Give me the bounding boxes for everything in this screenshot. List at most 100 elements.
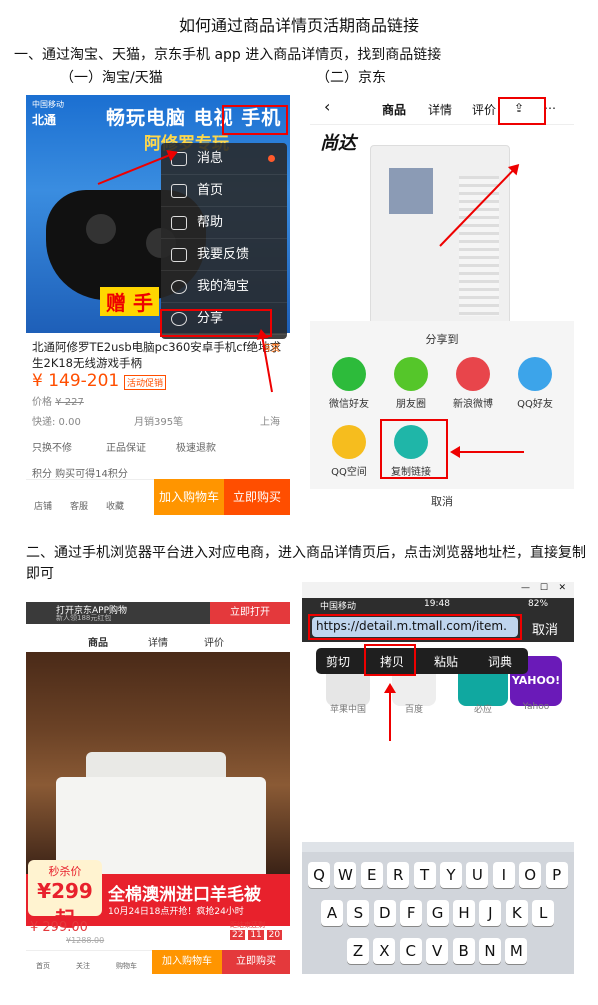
add-to-cart-button[interactable]: 加入购物车 (154, 479, 224, 515)
app-label-bing: 必应 (473, 705, 492, 715)
key-o[interactable]: O (519, 862, 542, 888)
help-icon (171, 216, 187, 230)
qzone-icon[interactable] (332, 425, 366, 459)
clock-text: 19:48 (424, 599, 450, 609)
banner-sub: 新人领188元红包 (56, 614, 112, 622)
key-w[interactable]: W (334, 862, 357, 888)
share-weibo-label: 新浪微博 (453, 399, 493, 410)
key-m[interactable]: M (505, 938, 528, 964)
open-app-button[interactable]: 立即打开 (210, 602, 290, 624)
tab-detail[interactable]: 详情 (428, 101, 452, 118)
key-t[interactable]: T (413, 862, 436, 888)
guarantee-1: 只换不修 (32, 443, 72, 454)
edit-menu: 剪切 拷贝 粘贴 词典 (316, 648, 528, 674)
bottom-bar: 首页 关注 购物车 加入购物车 立即购买 (26, 950, 290, 974)
key-r[interactable]: R (387, 862, 410, 888)
tab-product[interactable]: 商品 (382, 101, 406, 118)
mobile-web-screenshot: 打开京东APP购物 新人领188元红包 立即打开 商品 详情 评价 秒杀价 ¥2… (26, 602, 290, 974)
menu-item-my-taobao[interactable]: 我的淘宝 (161, 271, 287, 303)
key-u[interactable]: U (466, 862, 489, 888)
buy-now-button[interactable]: 立即购买 (224, 479, 290, 515)
moments-icon[interactable] (394, 357, 428, 391)
monthly-sales: 月销395笔 (134, 417, 184, 428)
buy-now-button[interactable]: 立即购买 (222, 950, 290, 974)
highlight-more-button (222, 105, 288, 135)
subheading-taobao: （一）淘宝/天猫 (60, 70, 163, 86)
tab-review[interactable]: 评价 (204, 634, 224, 649)
favorite-button[interactable]: 收藏 (100, 499, 130, 512)
tab-detail[interactable]: 详情 (148, 634, 168, 649)
tab-review[interactable]: 评价 (472, 101, 496, 118)
unread-dot (268, 155, 275, 162)
product-price: ¥ 299.00 (30, 920, 88, 935)
cut-button[interactable]: 剪切 (326, 653, 350, 670)
key-k[interactable]: K (505, 900, 528, 926)
cart-button[interactable]: 购物车 (116, 961, 137, 971)
menu-item-feedback[interactable]: 我要反馈 (161, 239, 287, 271)
menu-item-help[interactable]: 帮助 (161, 207, 287, 239)
user-icon (171, 280, 187, 294)
back-icon[interactable]: ‹ (324, 97, 330, 116)
maximize-icon[interactable]: ☐ (540, 583, 548, 593)
key-s[interactable]: S (347, 900, 370, 926)
menu-item-message[interactable]: 消息 (161, 143, 287, 175)
countdown-seconds: 20 (266, 930, 283, 940)
key-g[interactable]: G (426, 900, 449, 926)
cancel-button[interactable]: 取消 (532, 619, 558, 638)
app-banner: 打开京东APP购物 新人领188元红包 立即打开 (26, 602, 290, 624)
service-button[interactable]: 客服 (64, 499, 94, 512)
home-button[interactable]: 首页 (36, 961, 50, 971)
section2-heading: 二、通过手机浏览器平台进入对应电商，进入商品详情页后，点击浏览器地址栏，直接复制… (26, 545, 586, 582)
highlight-copy (364, 644, 416, 676)
promo-subline: 10月24日18点开抢！疯抢24小时 (108, 907, 244, 917)
promo-badge: 赠 手 (100, 287, 159, 316)
wechat-icon[interactable] (332, 357, 366, 391)
key-e[interactable]: E (360, 862, 383, 888)
app-label-yahoo: Yahoo (522, 702, 550, 712)
share-qzone-label: QQ空间 (331, 467, 367, 478)
product-price: ¥ 149-201 (32, 371, 120, 391)
paste-button[interactable]: 粘贴 (434, 653, 458, 670)
location: 上海 (260, 417, 280, 428)
home-icon (171, 184, 187, 198)
key-b[interactable]: B (452, 938, 475, 964)
battery-text: 82% (528, 599, 549, 609)
key-i[interactable]: I (492, 862, 515, 888)
key-h[interactable]: H (453, 900, 475, 926)
status-bar: 中国移动 19:48 82% (302, 598, 574, 612)
qq-icon[interactable] (518, 357, 552, 391)
subheading-jd: （二）京东 (316, 70, 386, 86)
close-icon[interactable]: ✕ (558, 583, 566, 593)
weibo-icon[interactable] (456, 357, 490, 391)
key-j[interactable]: J (479, 900, 502, 926)
carrier-text: 中国移动 (32, 100, 64, 109)
jd-screenshot: ‹ 商品 详情 评价 ⇪ ⋯ 尚达 分享到 微信好友 朋友圈 新浪微博 QQ好友… (310, 95, 574, 515)
key-x[interactable]: X (373, 938, 396, 964)
shop-button[interactable]: 店铺 (28, 499, 58, 512)
highlight-url-field (308, 614, 522, 640)
orig-price-label: 价格 (32, 397, 52, 408)
add-to-cart-button[interactable]: 加入购物车 (152, 950, 222, 974)
key-l[interactable]: L (532, 900, 555, 926)
key-v[interactable]: V (426, 938, 449, 964)
key-p[interactable]: P (545, 862, 568, 888)
key-q[interactable]: Q (308, 862, 330, 888)
key-y[interactable]: Y (440, 862, 462, 888)
orig-price: ¥ 227 (55, 397, 84, 408)
tab-product[interactable]: 商品 (88, 634, 108, 649)
taobao-screenshot: 中国移动 北通 畅玩电脑 电视 手机 阿修罗专玩 赠 手 消息 首页 帮助 我要… (26, 95, 290, 515)
bottom-bar: 店铺 客服 收藏 加入购物车 立即购买 (26, 479, 290, 515)
cancel-button[interactable]: 取消 (310, 489, 574, 515)
follow-button[interactable]: 关注 (76, 961, 90, 971)
key-d[interactable]: D (373, 900, 396, 926)
shipping-fee: 快递: 0.00 (32, 417, 81, 428)
key-c[interactable]: C (399, 938, 422, 964)
key-a[interactable]: A (321, 900, 343, 926)
key-f[interactable]: F (400, 900, 423, 926)
dictionary-button[interactable]: 词典 (488, 653, 512, 670)
menu-item-home[interactable]: 首页 (161, 175, 287, 207)
key-n[interactable]: N (479, 938, 501, 964)
product-photo (26, 652, 290, 882)
minimize-icon[interactable]: — (521, 583, 530, 593)
key-z[interactable]: Z (347, 938, 369, 964)
